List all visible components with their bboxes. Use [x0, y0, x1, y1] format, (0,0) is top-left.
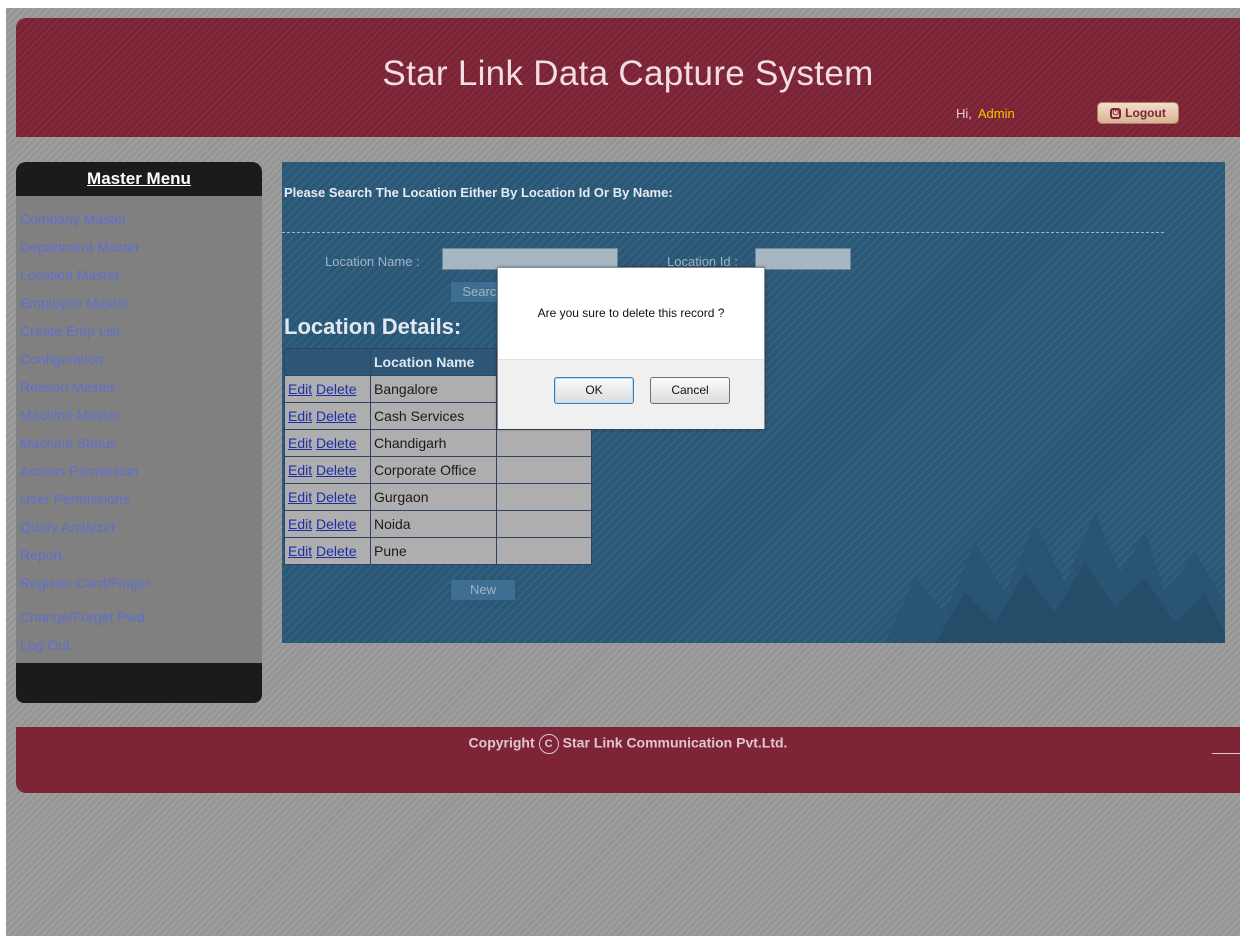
row-actions: Edit Delete [284, 402, 371, 430]
page-left-edge [0, 0, 6, 936]
delete-link[interactable]: Delete [316, 489, 356, 505]
confirm-delete-dialog: Are you sure to delete this record ? OK … [497, 267, 765, 429]
row-actions: Edit Delete [284, 375, 371, 403]
app-title: Star Link Data Capture System [382, 54, 874, 93]
table-row: Edit Delete Chandigarh [284, 429, 592, 457]
sidebar-item-reason-master[interactable]: Reason Master [20, 379, 115, 395]
sidebar-item-query-analyzer[interactable]: Query Analyzer [20, 519, 116, 535]
sidebar-item-register-card-finger[interactable]: Register Card/Finger [20, 575, 150, 591]
sidebar-footer [16, 663, 262, 703]
column-header-location-name: Location Name [370, 348, 497, 376]
table-row: Edit Delete Corporate Office [284, 456, 592, 484]
sidebar-item-report[interactable]: Report [20, 547, 62, 563]
sidebar-item-log-out[interactable]: Log Out [20, 637, 70, 653]
location-details-title: Location Details: [284, 314, 462, 339]
edit-link[interactable]: Edit [288, 408, 312, 424]
location-name-cell: Bangalore [370, 375, 497, 403]
power-icon: ⏻ [1110, 107, 1122, 119]
extra-cell [496, 429, 592, 457]
new-button[interactable]: New [450, 579, 516, 601]
sidebar-item-employee-master[interactable]: Employee Master [20, 295, 129, 311]
search-heading: Please Search The Location Either By Loc… [284, 185, 673, 200]
row-actions: Edit Delete [284, 429, 371, 457]
sidebar-title: Master Menu [16, 162, 262, 196]
logout-button[interactable]: ⏻ Logout [1097, 102, 1179, 124]
table-row: Edit Delete Pune [284, 537, 592, 565]
edit-link[interactable]: Edit [288, 516, 312, 532]
user-name: Admin [977, 106, 1015, 121]
master-menu-sidebar: Master Menu Company Master Department Ma… [16, 162, 262, 703]
location-name-cell: Gurgaon [370, 483, 497, 511]
ok-button[interactable]: OK [554, 377, 634, 404]
copyright-icon: C [538, 734, 559, 754]
edit-link[interactable]: Edit [288, 543, 312, 559]
dashed-divider [282, 232, 1164, 233]
column-header-actions [284, 348, 371, 376]
copyright-text: Copyright C Star Link Communication Pvt.Lt… [16, 734, 1240, 754]
row-actions: Edit Delete [284, 456, 371, 484]
sidebar-item-company-master[interactable]: Company Master [20, 211, 127, 227]
location-name-label: Location Name : [325, 254, 420, 269]
dialog-button-bar: OK Cancel [498, 359, 764, 429]
page-top-edge [0, 0, 1240, 8]
footer-line [1212, 753, 1240, 754]
delete-link[interactable]: Delete [316, 408, 356, 424]
greeting-text: Hi, [956, 106, 972, 121]
sidebar-item-access-permission[interactable]: Access Permission [20, 463, 138, 479]
location-id-input[interactable] [755, 248, 851, 270]
sidebar-item-department-master[interactable]: Department Master [20, 239, 140, 255]
sidebar-item-machine-master[interactable]: Machine Master [20, 407, 120, 423]
star-decoration-icon [885, 513, 1225, 643]
delete-link[interactable]: Delete [316, 462, 356, 478]
edit-link[interactable]: Edit [288, 489, 312, 505]
sidebar-item-create-emp-list[interactable]: Create Emp List [20, 323, 120, 339]
sidebar-item-user-permissions[interactable]: User Permissions [20, 491, 130, 507]
edit-link[interactable]: Edit [288, 462, 312, 478]
row-actions: Edit Delete [284, 483, 371, 511]
extra-cell [496, 510, 592, 538]
sidebar-item-location-master[interactable]: Location Master [20, 267, 120, 283]
edit-link[interactable]: Edit [288, 381, 312, 397]
location-name-cell: Pune [370, 537, 497, 565]
company-name: Star Link Communication Pvt.Ltd. [562, 734, 788, 751]
extra-cell [496, 537, 592, 565]
sidebar-item-machine-status[interactable]: Machine Status [20, 435, 117, 451]
edit-link[interactable]: Edit [288, 435, 312, 451]
cancel-button[interactable]: Cancel [650, 377, 730, 404]
location-name-cell: Chandigarh [370, 429, 497, 457]
header-banner: Star Link Data Capture System Hi, Admin ⏻… [16, 18, 1240, 137]
delete-link[interactable]: Delete [316, 543, 356, 559]
copyright-word: Copyright [468, 734, 535, 751]
sidebar-item-change-forget-pwd[interactable]: Change/Forget Pwd [20, 609, 145, 625]
user-greeting: Hi, Admin [956, 106, 1015, 121]
location-name-cell: Cash Services [370, 402, 497, 430]
delete-link[interactable]: Delete [316, 381, 356, 397]
footer-banner: Copyright C Star Link Communication Pvt.Lt… [16, 727, 1240, 793]
logout-label: Logout [1125, 106, 1166, 120]
sidebar-item-configuration[interactable]: Configuration [20, 351, 103, 367]
extra-cell [496, 456, 592, 484]
table-row: Edit Delete Noida [284, 510, 592, 538]
table-row: Edit Delete Gurgaon [284, 483, 592, 511]
location-name-cell: Noida [370, 510, 497, 538]
dialog-message: Are you sure to delete this record ? [537, 306, 725, 320]
delete-link[interactable]: Delete [316, 516, 356, 532]
location-name-cell: Corporate Office [370, 456, 497, 484]
delete-link[interactable]: Delete [316, 435, 356, 451]
row-actions: Edit Delete [284, 537, 371, 565]
row-actions: Edit Delete [284, 510, 371, 538]
extra-cell [496, 483, 592, 511]
